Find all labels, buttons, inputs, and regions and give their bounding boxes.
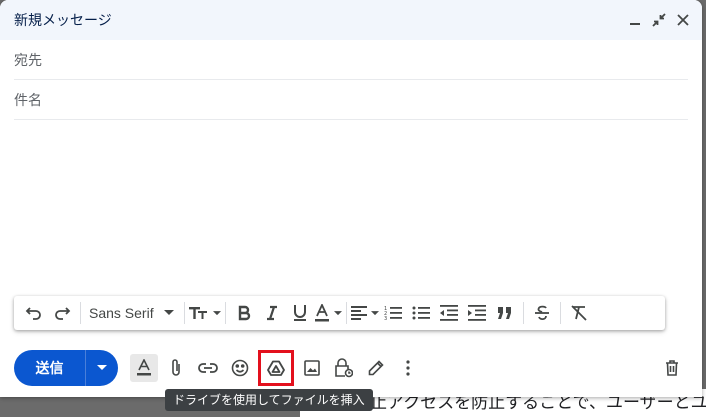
numbered-list-icon[interactable]: 123 (379, 300, 407, 326)
redo-icon[interactable] (48, 300, 76, 326)
formatting-toolbar: Sans Serif 123 (14, 296, 665, 330)
remove-format-icon[interactable] (565, 300, 593, 326)
undo-icon[interactable] (20, 300, 48, 326)
minimize-icon[interactable] (626, 11, 644, 29)
indent-more-icon[interactable] (463, 300, 491, 326)
underline-icon[interactable] (286, 300, 314, 326)
link-icon[interactable] (192, 352, 224, 384)
font-family-select[interactable]: Sans Serif (85, 305, 180, 321)
close-icon[interactable] (674, 11, 692, 29)
bulleted-list-icon[interactable] (407, 300, 435, 326)
drive-tooltip: ドライブを使用してファイルを挿入 (165, 389, 373, 411)
formatting-options-icon[interactable] (130, 354, 158, 382)
exit-fullscreen-icon[interactable] (650, 11, 668, 29)
compose-title: 新規メッセージ (14, 13, 112, 29)
strikethrough-icon[interactable] (528, 300, 556, 326)
send-button[interactable]: 送信 (14, 350, 86, 386)
text-color-icon[interactable] (314, 300, 342, 326)
send-button-group: 送信 (14, 350, 118, 386)
subject-label: 件名 (14, 92, 42, 109)
confidential-icon[interactable] (328, 352, 360, 384)
quote-icon[interactable] (491, 300, 519, 326)
indent-less-icon[interactable] (435, 300, 463, 326)
signature-icon[interactable] (360, 352, 392, 384)
compose-bottom-bar: 送信 (0, 348, 702, 388)
to-label: 宛先 (14, 52, 42, 69)
dropdown-arrow-icon (163, 310, 174, 315)
compose-window: 新規メッセージ 宛先 件名 Sans Serif 1 2 3 送信 (0, 0, 702, 397)
emoji-icon[interactable] (224, 352, 256, 384)
bold-icon[interactable] (230, 300, 258, 326)
subject-field[interactable]: 件名 (14, 80, 688, 120)
send-options-button[interactable] (86, 350, 118, 386)
align-icon[interactable] (350, 300, 379, 326)
to-field[interactable]: 宛先 (14, 40, 688, 80)
font-size-icon[interactable] (188, 300, 221, 326)
attach-icon[interactable] (160, 352, 192, 384)
photo-icon[interactable] (296, 352, 328, 384)
compose-titlebar[interactable]: 新規メッセージ (0, 0, 702, 40)
dropdown-arrow-icon (97, 365, 107, 370)
trash-icon[interactable] (656, 352, 688, 384)
drive-icon[interactable] (258, 350, 294, 386)
font-family-value: Sans Serif (89, 305, 154, 321)
italic-icon[interactable] (258, 300, 286, 326)
svg-text:3: 3 (384, 316, 387, 321)
more-options-icon[interactable] (392, 352, 424, 384)
